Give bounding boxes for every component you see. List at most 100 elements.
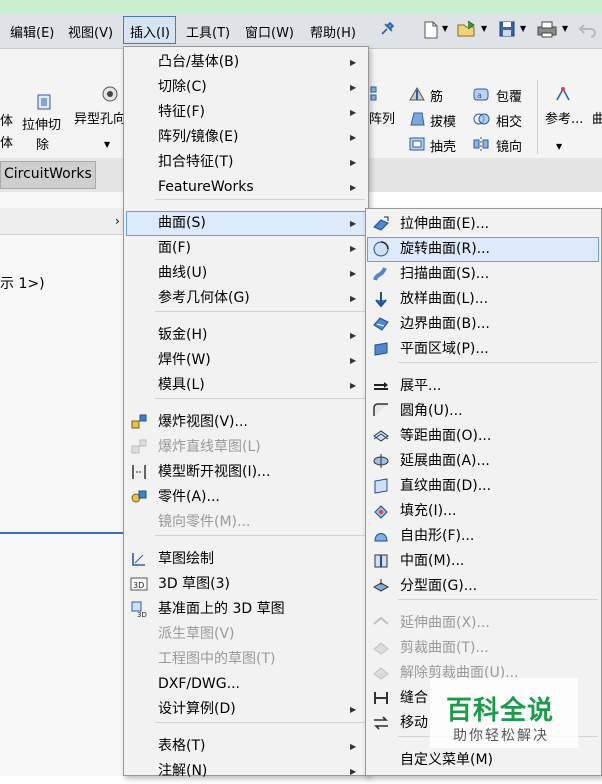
insert-menu-item-dxf-dwg[interactable]: DXF/DWG... — [158, 672, 240, 697]
insert-menu-item-surface[interactable]: 曲面(S) — [158, 211, 206, 236]
surface-menu-item-knit[interactable]: 缝合 — [400, 686, 428, 711]
submenu-arrow-icon: ▶ — [350, 58, 357, 67]
part-icon — [131, 490, 147, 503]
surface-menu-item-revolved-surface[interactable]: 旋转曲面(R)... — [400, 237, 490, 262]
panel-expand-icon[interactable]: › — [115, 214, 120, 228]
mirror-icon[interactable] — [472, 135, 490, 153]
svg-text:a: a — [477, 91, 482, 100]
insert-menu-item-sheet-metal[interactable]: 钣金(H) — [158, 323, 207, 348]
new-document-icon[interactable] — [422, 20, 440, 40]
insert-menu-item-weldments[interactable]: 焊件(W) — [158, 348, 211, 373]
insert-menu-item-reference-geometry[interactable]: 参考几何体(G) — [158, 286, 250, 311]
surface-menu-item-radiated-surface[interactable]: 延展曲面(A)... — [400, 449, 490, 474]
menu-insert[interactable]: 插入(I) — [130, 22, 170, 41]
open-folder-icon[interactable] — [456, 19, 478, 39]
feature-tree-item[interactable]: 示 1>) — [0, 273, 45, 293]
open-dropdown-icon[interactable]: ▼ — [481, 24, 487, 33]
pin-icon[interactable] — [378, 20, 396, 38]
print-dropdown-icon[interactable]: ▼ — [562, 24, 568, 33]
menu-separator — [398, 362, 598, 363]
shell-label[interactable]: 抽壳 — [430, 136, 456, 155]
save-dropdown-icon[interactable]: ▼ — [520, 24, 526, 33]
surface-menu-item-mid-surface[interactable]: 中面(M)... — [400, 549, 464, 574]
mid-surface-icon — [374, 554, 388, 568]
surface-menu-item-extruded-surface[interactable]: 拉伸曲面(E)... — [400, 212, 489, 237]
surface-menu-item-move[interactable]: 移动 — [400, 711, 428, 736]
menu-tools[interactable]: 工具(T) — [186, 22, 230, 41]
menu-window[interactable]: 窗口(W) — [245, 22, 294, 41]
surface-menu-item-fillet[interactable]: 圆角(U)... — [400, 399, 463, 424]
draft-icon[interactable] — [408, 110, 426, 128]
draft-label[interactable]: 拔模 — [430, 111, 456, 130]
surface-menu-item-offset-surface[interactable]: 等距曲面(O)... — [400, 424, 491, 449]
insert-menu-item-featureworks[interactable]: FeatureWorks — [158, 175, 254, 200]
insert-menu-item-part[interactable]: 零件(A)... — [158, 485, 220, 510]
surface-menu-item-freeform[interactable]: 自由形(F)... — [400, 524, 474, 549]
parting-surface-icon — [372, 579, 390, 592]
insert-menu-item-design-study[interactable]: 设计算例(D) — [158, 697, 236, 722]
hole-wizard-icon[interactable] — [100, 84, 120, 104]
surface-menu-item-fill[interactable]: 填充(I)... — [400, 499, 456, 524]
insert-menu-item-exploded-view[interactable]: 爆炸视图(V)... — [158, 410, 248, 435]
insert-menu-item-face[interactable]: 面(F) — [158, 236, 191, 261]
menu-separator — [155, 311, 365, 312]
insert-menu-item-3d-sketch[interactable]: 3D 草图(3) — [158, 572, 230, 597]
insert-menu-item-features[interactable]: 特征(F) — [158, 100, 205, 125]
save-icon[interactable] — [498, 20, 516, 38]
swept-surface-icon — [373, 267, 387, 281]
extrude-cut-label-2[interactable]: 除 — [36, 134, 49, 153]
rib-label[interactable]: 筋 — [430, 86, 443, 105]
menu-edit[interactable]: 编辑(E) — [10, 22, 54, 41]
ribbon-right-clipped-label[interactable]: 曲 — [592, 108, 602, 127]
move-icon — [374, 716, 388, 730]
linear-pattern-label[interactable]: 阵列 — [369, 108, 395, 127]
reference-geometry-label[interactable]: 参考... — [545, 108, 583, 127]
undo-icon[interactable] — [578, 20, 598, 38]
linear-pattern-icon[interactable] — [369, 85, 383, 103]
insert-menu-item-3d-sketch-on-plane[interactable]: 基准面上的 3D 草图 — [158, 597, 285, 622]
hole-wizard-label[interactable]: 异型孔向 — [74, 108, 124, 127]
insert-menu-item-boss-base[interactable]: 凸台/基体(B) — [158, 50, 239, 75]
print-icon[interactable] — [536, 20, 558, 38]
insert-menu-item-molds[interactable]: 模具(L) — [158, 373, 205, 398]
insert-menu-item-annotations[interactable]: 注解(N) — [158, 759, 207, 784]
insert-menu-item-curve[interactable]: 曲线(U) — [158, 261, 207, 286]
surface-menu-item-lofted-surface[interactable]: 放样曲面(L)... — [400, 287, 488, 312]
ribbon-left-clipped-label-2[interactable]: 体 — [0, 132, 13, 151]
rib-icon[interactable] — [408, 85, 426, 103]
surface-menu-item-parting-surface[interactable]: 分型面(G)... — [400, 574, 477, 599]
insert-menu-item-cut[interactable]: 切除(C) — [158, 75, 207, 100]
surface-menu-item-ruled-surface[interactable]: 直纹曲面(D)... — [400, 474, 491, 499]
intersect-icon[interactable] — [472, 110, 490, 128]
extrude-cut-icon[interactable] — [34, 92, 54, 112]
intersect-label[interactable]: 相交 — [496, 111, 522, 130]
insert-menu-item-fastening-feature[interactable]: 扣合特征(T) — [158, 150, 233, 175]
hole-dropdown-icon[interactable]: ▼ — [104, 140, 110, 149]
extrude-cut-label[interactable]: 拉伸切 — [22, 114, 61, 133]
insert-menu-item-sketch[interactable]: 草图绘制 — [158, 547, 214, 572]
surface-menu-item-customize-menu[interactable]: 自定义菜单(M) — [400, 748, 493, 773]
insert-menu-item-tables[interactable]: 表格(T) — [158, 734, 205, 759]
surface-menu-item-planar-surface[interactable]: 平面区域(P)... — [400, 337, 489, 362]
insert-menu-item-pattern-mirror[interactable]: 阵列/镜像(E) — [158, 125, 239, 150]
extend-surface-icon — [373, 616, 389, 625]
surface-menu-item-flatten[interactable]: 展平... — [400, 374, 441, 399]
surface-menu-item-boundary-surface[interactable]: 边界曲面(B)... — [400, 312, 490, 337]
insert-menu-item-model-break-view[interactable]: 模型断开视图(I)... — [158, 460, 270, 485]
ribbon-left-clipped-label[interactable]: 体 — [0, 110, 13, 129]
new-dropdown-icon[interactable]: ▼ — [442, 24, 448, 33]
menu-view[interactable]: 视图(V) — [68, 22, 113, 41]
wrap-label[interactable]: 包覆 — [496, 86, 522, 105]
mirror-label[interactable]: 镜向 — [496, 136, 522, 155]
tab-circuitworks-label[interactable]: CircuitWorks — [4, 166, 92, 182]
insert-menu-item-sketch-from-drawing: 工程图中的草图(T) — [158, 651, 276, 667]
submenu-arrow-icon: ▶ — [350, 269, 357, 278]
surface-menu-item-swept-surface[interactable]: 扫描曲面(S)... — [400, 262, 489, 287]
reference-dropdown-icon[interactable]: ▼ — [556, 142, 562, 151]
submenu-arrow-icon: ▶ — [350, 705, 357, 714]
wrap-icon[interactable]: a — [472, 85, 490, 103]
menu-help[interactable]: 帮助(H) — [310, 22, 356, 41]
shell-icon[interactable] — [408, 135, 426, 153]
reference-geometry-icon[interactable] — [554, 86, 572, 104]
feature-tree-header — [0, 208, 125, 235]
